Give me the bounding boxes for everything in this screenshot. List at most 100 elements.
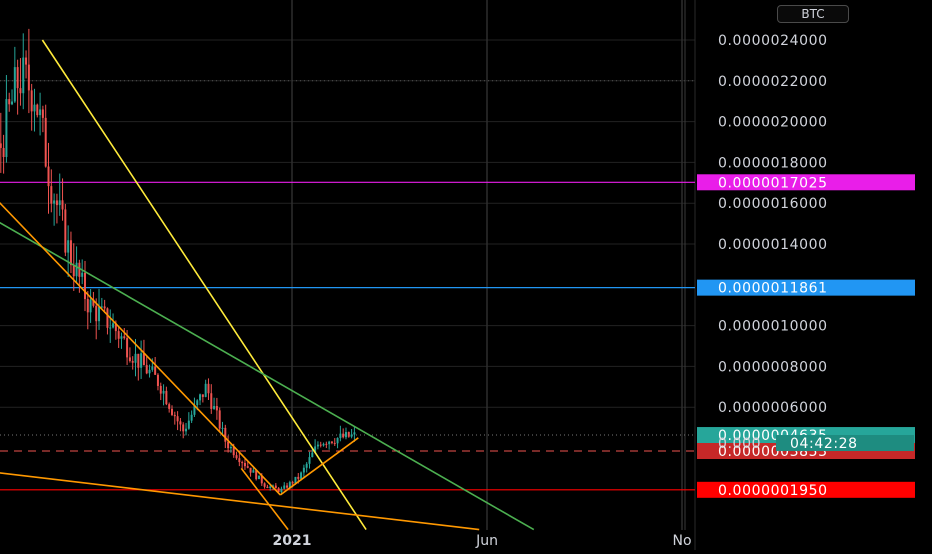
time-axis-label: No: [672, 533, 691, 549]
candle-body: [33, 104, 36, 112]
candle-body: [145, 365, 148, 374]
candle-body: [187, 420, 190, 429]
candle-body: [55, 200, 58, 206]
candle-body: [64, 209, 67, 253]
candle-body: [297, 476, 300, 479]
candle-body: [117, 331, 120, 339]
candle-body: [263, 483, 266, 487]
candle-body: [134, 353, 137, 363]
candle-body: [221, 427, 224, 429]
candle-body: [13, 67, 16, 102]
candle-body: [235, 455, 238, 459]
candle-body: [339, 433, 342, 438]
candle-body: [196, 400, 199, 406]
candle-body: [128, 357, 131, 361]
candle-body: [2, 147, 5, 157]
candle-body: [328, 441, 331, 445]
candle-body: [179, 421, 182, 425]
candle-body: [185, 428, 188, 432]
candle-body: [350, 434, 353, 437]
candle-body: [280, 488, 283, 493]
candle-body: [353, 432, 356, 435]
candle-body: [123, 336, 126, 339]
candle-body: [274, 485, 277, 489]
candle-body: [72, 265, 75, 277]
candle-body: [41, 109, 44, 118]
candle-body: [224, 427, 227, 442]
price-axis-label: 0.0000006000: [718, 400, 828, 416]
candle-body: [218, 410, 221, 429]
candle-body: [182, 424, 185, 432]
candle-body: [173, 414, 176, 417]
candle-body: [140, 353, 143, 368]
candle-body: [300, 472, 303, 479]
candle-body: [98, 306, 101, 322]
candle-body: [283, 485, 286, 489]
candle-body: [44, 117, 47, 167]
price-axis-label: 0.0000018000: [718, 155, 828, 171]
candle-body: [325, 443, 328, 445]
candle-body: [126, 338, 129, 358]
candle-body: [120, 336, 123, 339]
candle-body: [83, 272, 86, 300]
candle-body: [170, 408, 173, 415]
candle-body: [109, 327, 112, 329]
candle-body: [106, 308, 109, 328]
price-chart[interactable]: 0.0000024000 0.0000022000 0.0000020000 0.00…: [0, 0, 932, 550]
price-axis-label: 0.0000022000: [718, 74, 828, 90]
candle-body: [201, 394, 204, 397]
candle-body: [322, 443, 325, 446]
candle-body: [266, 486, 269, 489]
time-axis-label: 2021: [273, 533, 312, 549]
candle-body: [311, 452, 314, 458]
price-axis-label: 0.0000010000: [718, 319, 828, 335]
candle-body: [308, 457, 311, 464]
countdown-price-prefix: 0.000: [718, 436, 761, 452]
candle-body: [22, 57, 25, 94]
candle-body: [156, 374, 159, 386]
candle-body: [148, 369, 151, 374]
candle-body: [210, 393, 213, 409]
candle-body: [336, 437, 339, 444]
candle-body: [53, 200, 56, 204]
candle-body: [47, 166, 50, 187]
candle-body: [61, 200, 64, 210]
price-badge-label: 0.0000001950: [718, 483, 828, 499]
candle-body: [330, 441, 333, 443]
candle-body: [151, 366, 154, 370]
candle-body: [316, 444, 319, 447]
candle-body: [81, 272, 84, 277]
chart-area[interactable]: 0.0000024000 0.0000022000 0.0000020000 0.00…: [0, 0, 932, 550]
currency-badge[interactable]: BTC: [777, 5, 849, 23]
candle-body: [39, 109, 42, 116]
candle-body: [199, 394, 202, 401]
candle-body: [204, 383, 207, 397]
candle-body: [137, 353, 140, 368]
candle-body: [67, 240, 70, 253]
candle-body: [75, 262, 78, 277]
candle-body: [11, 101, 14, 105]
candle-body: [190, 414, 193, 421]
candle-body: [159, 385, 162, 394]
price-axis-label: 0.0000008000: [718, 359, 828, 375]
candle-body: [319, 444, 322, 446]
candle-body: [176, 416, 179, 422]
price-axis-label: 0.0000016000: [718, 196, 828, 212]
candle-body: [30, 90, 33, 112]
candle-body: [5, 99, 8, 157]
candle-body: [8, 99, 11, 105]
time-axis-label: Jun: [475, 533, 498, 549]
candle-body: [333, 442, 336, 444]
price-axis-label: 0.0000014000: [718, 237, 828, 253]
candle-body: [142, 353, 145, 366]
candle-body: [36, 104, 39, 116]
candle-body: [95, 305, 98, 322]
candle-body: [243, 462, 246, 467]
candle-body: [19, 88, 22, 94]
candle-body: [78, 262, 81, 277]
candle-body: [344, 432, 347, 438]
candle-body: [103, 306, 106, 309]
candle-body: [50, 186, 53, 204]
candle-body: [227, 441, 230, 449]
candle-body: [16, 67, 19, 89]
